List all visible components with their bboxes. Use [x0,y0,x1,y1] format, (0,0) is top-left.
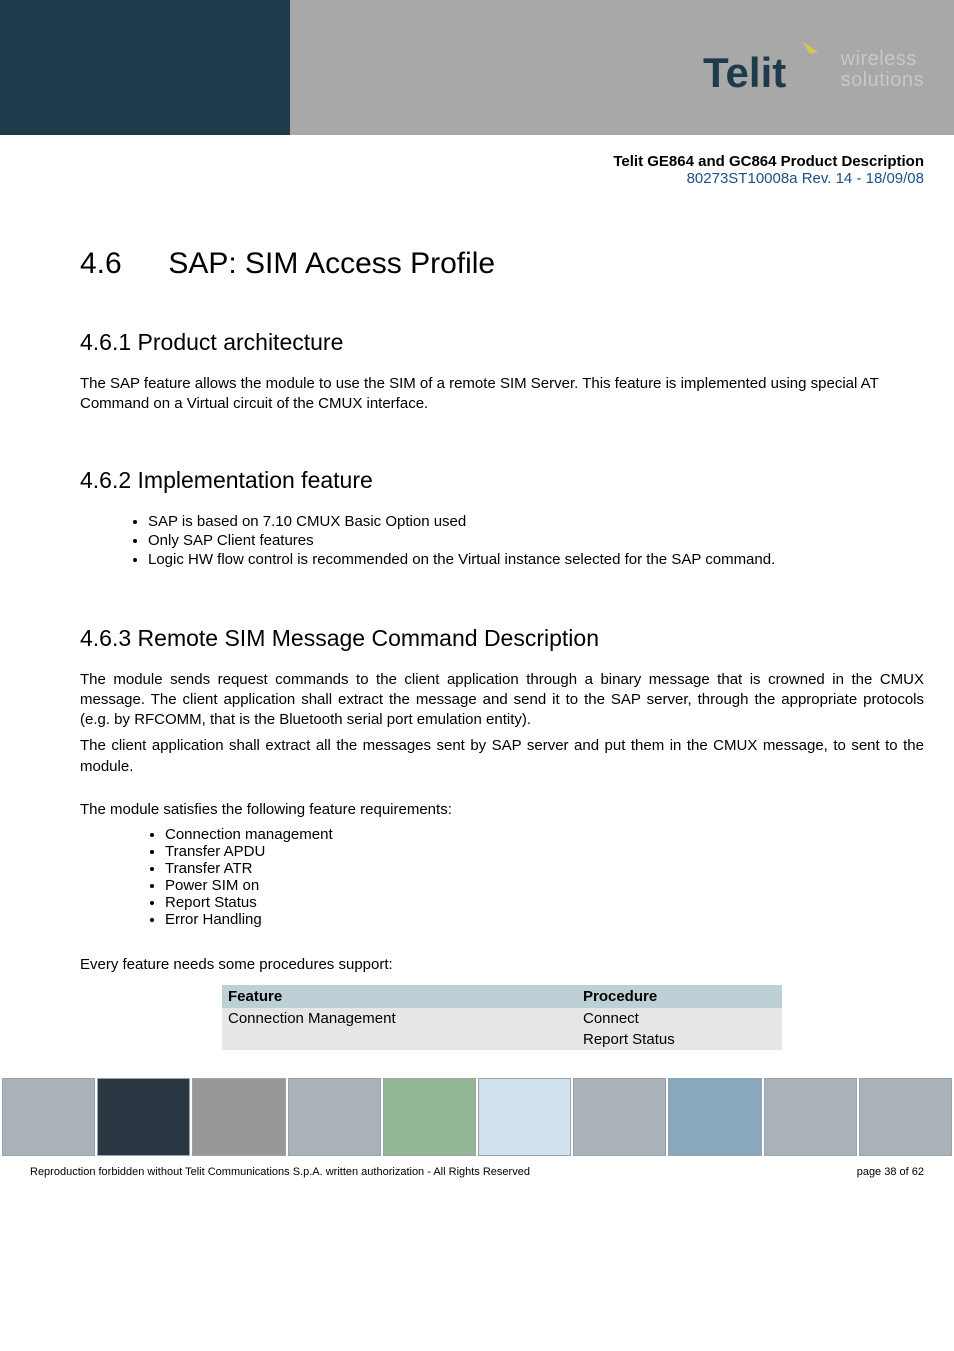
list-item: Connection management [165,826,924,843]
footer-copyright: Reproduction forbidden without Telit Com… [30,1166,530,1178]
paragraph: Every feature needs some procedures supp… [80,955,924,975]
footer-thumb [573,1078,666,1156]
table-header-procedure: Procedure [577,985,782,1008]
footer-text: Reproduction forbidden without Telit Com… [0,1156,954,1198]
list-item: SAP is based on 7.10 CMUX Basic Option u… [148,512,924,531]
footer-thumb [668,1078,761,1156]
footer-thumb [288,1078,381,1156]
document-meta: Telit GE864 and GC864 Product Descriptio… [0,135,954,187]
feature-list: Connection management Transfer APDU Tran… [165,826,924,928]
footer-thumb [478,1078,571,1156]
footer-image-strip [0,1078,954,1156]
paragraph: The client application shall extract all… [80,736,924,777]
paragraph: The module sends request commands to the… [80,670,924,731]
table-cell-procedure: Connect [577,1008,782,1029]
paragraph: The module satisfies the following featu… [80,800,924,820]
footer-thumb [764,1078,857,1156]
paragraph: The SAP feature allows the module to use… [80,374,924,415]
document-revision: 80273ST10008a Rev. 14 - 18/09/08 [0,170,924,187]
subsection-heading-463: 4.6.3 Remote SIM Message Command Descrip… [80,625,924,652]
list-item: Transfer APDU [165,843,924,860]
list-item: Report Status [165,894,924,911]
list-item: Power SIM on [165,877,924,894]
telit-logo: Telit wireless solutions [703,42,924,97]
subsection-heading-462: 4.6.2 Implementation feature [80,467,924,494]
footer-thumb [859,1078,952,1156]
header-banner-left [0,0,290,135]
footer-page-number: page 38 of 62 [857,1166,924,1178]
list-item: Transfer ATR [165,860,924,877]
list-item: Only SAP Client features [148,531,924,550]
table-header-row: Feature Procedure [222,985,782,1008]
table-cell-feature: Connection Management [222,1008,577,1050]
table-row: Connection Management Connect [222,1008,782,1029]
header-banner: Telit wireless solutions [0,0,954,135]
section-number: 4.6 [80,247,160,281]
list-item: Logic HW flow control is recommended on … [148,550,924,569]
page-content: 4.6 SAP: SIM Access Profile 4.6.1 Produc… [0,187,954,1050]
logo-tagline: wireless solutions [841,49,924,91]
section-title: SAP: SIM Access Profile [168,247,495,280]
implementation-list: SAP is based on 7.10 CMUX Basic Option u… [148,512,924,569]
footer-thumb [2,1078,95,1156]
footer-thumb [97,1078,190,1156]
footer-thumb [192,1078,285,1156]
table-cell-procedure: Report Status [577,1029,782,1050]
subsection-heading-461: 4.6.1 Product architecture [80,329,924,356]
procedure-table: Feature Procedure Connection Management … [222,985,782,1050]
list-item: Error Handling [165,911,924,928]
document-title: Telit GE864 and GC864 Product Descriptio… [0,153,924,170]
logo-tagline-line2: solutions [841,70,924,91]
footer-thumb [383,1078,476,1156]
telit-logo-icon: Telit [703,42,833,97]
header-banner-right: Telit wireless solutions [290,0,954,135]
table-header-feature: Feature [222,985,577,1008]
section-heading: 4.6 SAP: SIM Access Profile [80,247,924,281]
svg-text:Telit: Telit [703,49,786,96]
logo-tagline-line1: wireless [841,49,924,70]
